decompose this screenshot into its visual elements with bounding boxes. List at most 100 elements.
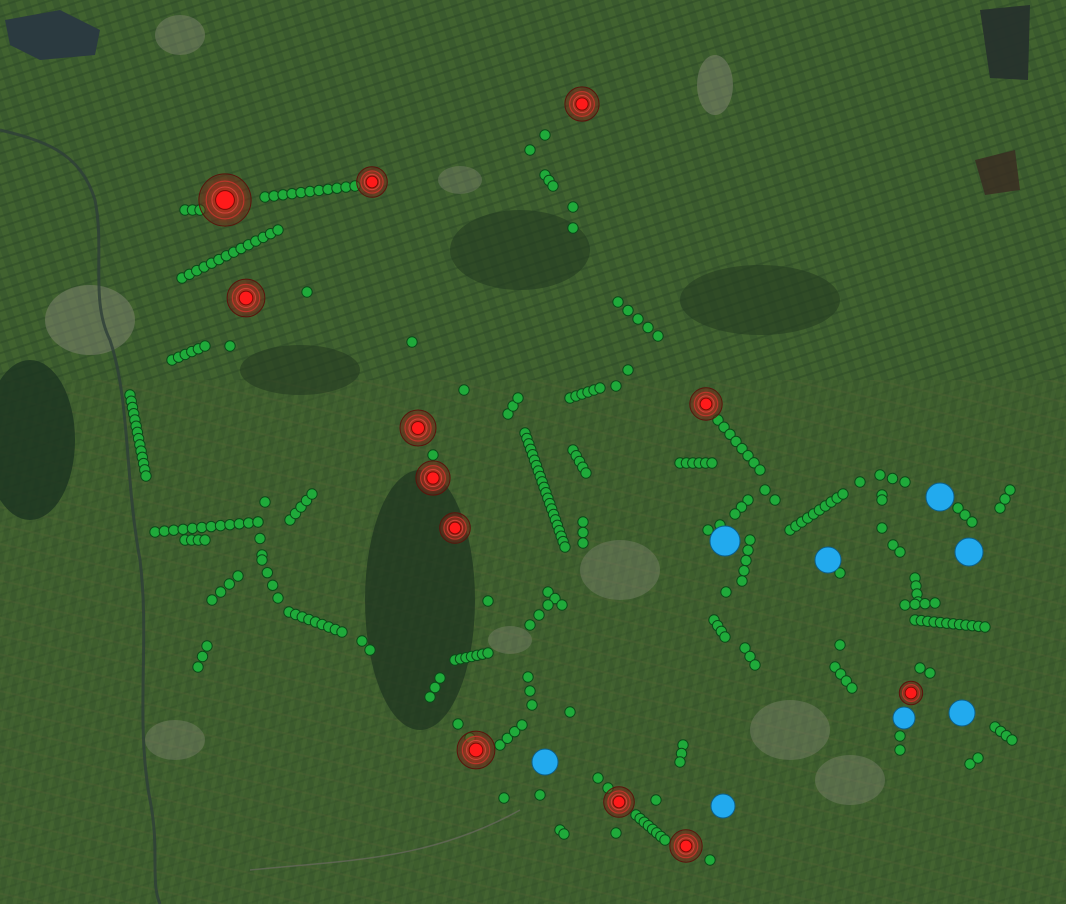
- alert-site-icon[interactable]: [238, 290, 254, 306]
- alert-site-icon[interactable]: [575, 97, 589, 111]
- monitoring-point-icon[interactable]: [719, 631, 731, 643]
- monitoring-point-icon[interactable]: [558, 828, 570, 840]
- monitoring-point-icon[interactable]: [336, 626, 348, 638]
- station-icon[interactable]: [710, 793, 736, 819]
- monitoring-point-icon[interactable]: [534, 789, 546, 801]
- monitoring-point-icon[interactable]: [594, 382, 606, 394]
- monitoring-point-icon[interactable]: [356, 635, 368, 647]
- monitoring-point-icon[interactable]: [592, 772, 604, 784]
- monitoring-point-icon[interactable]: [972, 752, 984, 764]
- monitoring-point-icon[interactable]: [272, 592, 284, 604]
- monitoring-point-icon[interactable]: [233, 518, 245, 530]
- station-icon[interactable]: [709, 525, 741, 557]
- monitoring-point-icon[interactable]: [979, 621, 991, 633]
- monitoring-point-icon[interactable]: [876, 494, 888, 506]
- monitoring-point-icon[interactable]: [674, 756, 686, 768]
- monitoring-point-icon[interactable]: [533, 609, 545, 621]
- monitoring-point-icon[interactable]: [659, 834, 671, 846]
- monitoring-point-icon[interactable]: [632, 313, 644, 325]
- monitoring-point-icon[interactable]: [886, 472, 899, 485]
- station-icon[interactable]: [531, 748, 559, 776]
- alert-site-icon[interactable]: [365, 175, 379, 189]
- monitoring-point-icon[interactable]: [704, 854, 716, 866]
- monitoring-point-icon[interactable]: [524, 685, 536, 697]
- monitoring-point-icon[interactable]: [622, 364, 634, 376]
- map-viewport[interactable]: [0, 0, 1066, 904]
- monitoring-point-icon[interactable]: [266, 579, 279, 592]
- monitoring-point-icon[interactable]: [556, 599, 568, 611]
- station-icon[interactable]: [954, 537, 984, 567]
- monitoring-point-icon[interactable]: [516, 719, 528, 731]
- monitoring-point-icon[interactable]: [894, 744, 906, 756]
- alert-site-icon[interactable]: [612, 795, 626, 809]
- monitoring-point-icon[interactable]: [612, 296, 624, 308]
- alert-site-icon[interactable]: [448, 521, 462, 535]
- monitoring-point-icon[interactable]: [567, 222, 579, 234]
- monitoring-point-icon[interactable]: [524, 144, 536, 156]
- monitoring-point-icon[interactable]: [754, 464, 766, 476]
- monitoring-point-icon[interactable]: [482, 647, 494, 659]
- monitoring-point-icon[interactable]: [452, 718, 464, 730]
- monitoring-point-icon[interactable]: [259, 496, 271, 508]
- monitoring-point-icon[interactable]: [272, 224, 284, 236]
- monitoring-point-icon[interactable]: [206, 594, 218, 606]
- monitoring-point-icon[interactable]: [720, 586, 732, 598]
- monitoring-point-icon[interactable]: [424, 691, 436, 703]
- alert-site-icon[interactable]: [699, 397, 713, 411]
- monitoring-point-icon[interactable]: [301, 286, 313, 298]
- monitoring-point-icon[interactable]: [924, 667, 936, 679]
- monitoring-point-icon[interactable]: [577, 516, 589, 528]
- monitoring-point-icon[interactable]: [512, 392, 524, 404]
- monitoring-point-icon[interactable]: [876, 522, 888, 534]
- monitoring-point-icon[interactable]: [736, 575, 748, 587]
- monitoring-point-icon[interactable]: [729, 508, 741, 520]
- monitoring-point-icon[interactable]: [539, 129, 551, 141]
- alert-site-icon[interactable]: [679, 839, 693, 853]
- monitoring-point-icon[interactable]: [224, 519, 236, 531]
- monitoring-point-icon[interactable]: [524, 619, 536, 631]
- monitoring-point-icon[interactable]: [140, 470, 152, 482]
- monitoring-point-icon[interactable]: [894, 730, 906, 742]
- monitoring-point-icon[interactable]: [186, 522, 199, 535]
- monitoring-point-icon[interactable]: [214, 586, 227, 598]
- monitoring-point-icon[interactable]: [899, 599, 911, 611]
- monitoring-point-icon[interactable]: [610, 380, 622, 392]
- alert-site-icon[interactable]: [215, 190, 235, 210]
- monitoring-point-icon[interactable]: [232, 570, 244, 582]
- monitoring-point-icon[interactable]: [738, 565, 750, 577]
- monitoring-point-icon[interactable]: [196, 650, 209, 663]
- monitoring-point-icon[interactable]: [1006, 734, 1018, 746]
- monitoring-point-icon[interactable]: [559, 541, 571, 553]
- monitoring-point-icon[interactable]: [261, 566, 274, 579]
- monitoring-point-icon[interactable]: [256, 554, 268, 566]
- monitoring-point-icon[interactable]: [482, 595, 494, 607]
- monitoring-point-icon[interactable]: [706, 457, 718, 469]
- monitoring-point-icon[interactable]: [526, 699, 538, 711]
- monitoring-point-icon[interactable]: [580, 467, 592, 479]
- monitoring-point-icon[interactable]: [199, 534, 211, 546]
- monitoring-point-icon[interactable]: [919, 597, 931, 610]
- monitoring-point-icon[interactable]: [429, 681, 441, 694]
- monitoring-point-icon[interactable]: [177, 523, 189, 535]
- monitoring-point-icon[interactable]: [224, 340, 236, 352]
- alert-site-icon[interactable]: [904, 686, 918, 700]
- monitoring-point-icon[interactable]: [567, 201, 579, 213]
- monitoring-point-icon[interactable]: [577, 537, 589, 549]
- monitoring-point-icon[interactable]: [834, 639, 846, 651]
- monitoring-point-icon[interactable]: [577, 526, 589, 539]
- monitoring-point-icon[interactable]: [254, 532, 266, 545]
- monitoring-point-icon[interactable]: [522, 671, 534, 683]
- station-icon[interactable]: [814, 546, 842, 574]
- station-icon[interactable]: [892, 706, 916, 730]
- monitoring-point-icon[interactable]: [740, 554, 752, 567]
- monitoring-point-icon[interactable]: [650, 794, 662, 806]
- monitoring-point-icon[interactable]: [458, 384, 470, 396]
- monitoring-point-icon[interactable]: [201, 640, 213, 652]
- monitoring-point-icon[interactable]: [547, 180, 559, 192]
- monitoring-point-icon[interactable]: [894, 546, 906, 558]
- monitoring-point-icon[interactable]: [192, 661, 204, 673]
- monitoring-point-icon[interactable]: [306, 488, 318, 500]
- station-icon[interactable]: [948, 699, 976, 727]
- monitoring-point-icon[interactable]: [205, 520, 217, 533]
- monitoring-point-icon[interactable]: [564, 706, 576, 718]
